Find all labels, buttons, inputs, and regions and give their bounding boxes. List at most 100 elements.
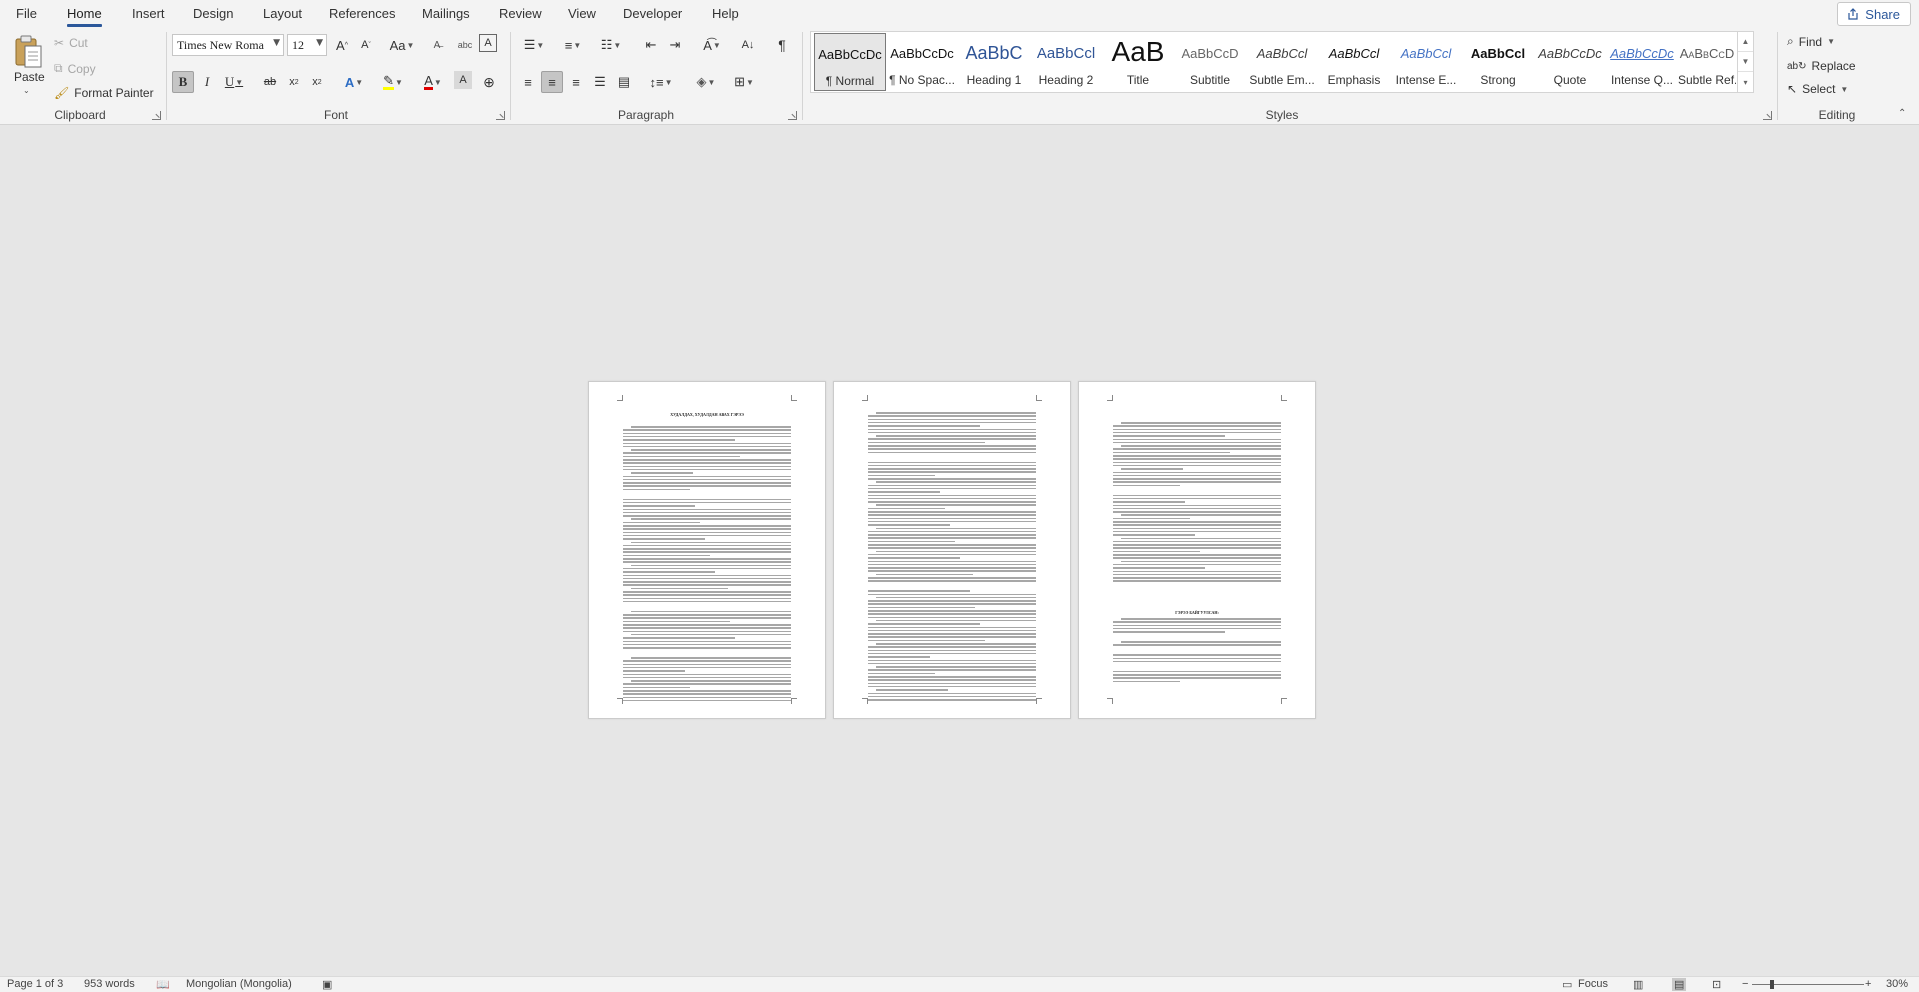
character-border-icon[interactable]: A	[479, 34, 497, 52]
bullets-icon[interactable]: ☰ ▼	[517, 34, 551, 56]
read-mode-icon[interactable]: ▥	[1633, 978, 1643, 991]
zoom-out-icon[interactable]: −	[1742, 978, 1748, 990]
styles-launcher-icon[interactable]	[1763, 111, 1772, 120]
replace-icon: ab↻	[1787, 60, 1807, 72]
font-launcher-icon[interactable]	[496, 111, 505, 120]
print-layout-icon[interactable]: ▤	[1672, 978, 1687, 991]
cut-button[interactable]: ✂ Cut	[54, 36, 88, 50]
focus-mode-label[interactable]: Focus	[1578, 978, 1608, 990]
asian-layout-icon[interactable]: A͡ ▼	[695, 34, 729, 56]
document-canvas[interactable]: ХУДАЛДАХ, ХУДАЛДАН АВАХ ГЭРЭЭ ГЭРЭЭ БАЙГ…	[0, 126, 1919, 976]
document-page-1[interactable]: ХУДАЛДАХ, ХУДАЛДАН АВАХ ГЭРЭЭ	[588, 381, 826, 719]
subscript-button[interactable]: x2	[283, 71, 305, 93]
superscript-button[interactable]: x2	[306, 71, 328, 93]
text-effects-icon[interactable]: A ▼	[339, 71, 369, 93]
scroll-up-icon[interactable]: ▲	[1738, 32, 1753, 52]
focus-mode-icon[interactable]: ▭	[1562, 978, 1572, 991]
align-left-icon[interactable]: ≡	[517, 71, 539, 93]
macro-recording-icon[interactable]: ▣	[322, 978, 332, 991]
format-painter-button[interactable]: 🖌 Format Painter	[54, 86, 154, 100]
document-page-2[interactable]	[833, 381, 1071, 719]
tab-file[interactable]: File	[16, 6, 37, 21]
clipboard-group-label: Clipboard	[54, 108, 106, 122]
line-spacing-icon[interactable]: ↕≡ ▼	[645, 71, 677, 93]
justify-icon[interactable]: ☰	[589, 71, 611, 93]
align-center-icon[interactable]: ≡	[541, 71, 563, 93]
copy-button[interactable]: ⧉ Copy	[54, 61, 96, 76]
style-normal[interactable]: AaBbCcDc ¶ Normal	[814, 33, 886, 91]
style-name: Heading 1	[966, 73, 1022, 87]
paste-dropdown-icon[interactable]: ⌄	[23, 86, 30, 95]
style-quote[interactable]: AaBbCcDc Quote	[1534, 33, 1606, 91]
tab-help[interactable]: Help	[712, 6, 739, 21]
style-subtle-reference[interactable]: AaBbCcD Subtle Ref...	[1678, 33, 1736, 91]
tab-home[interactable]: Home	[67, 6, 102, 27]
scroll-down-icon[interactable]: ▼	[1738, 52, 1753, 72]
tab-mailings[interactable]: Mailings	[422, 6, 470, 21]
bold-button[interactable]: B	[172, 71, 194, 93]
font-color-icon[interactable]: A ▼	[417, 71, 449, 93]
shrink-font-icon[interactable]: Aˇ	[355, 34, 377, 56]
proofing-book-icon[interactable]: 📖	[156, 978, 170, 991]
style-subtle-emphasis[interactable]: AaBbCcl Subtle Em...	[1246, 33, 1318, 91]
font-size-field[interactable]: 12 ▼	[287, 34, 327, 56]
tab-layout[interactable]: Layout	[263, 6, 302, 21]
clear-formatting-icon[interactable]: A̶	[426, 34, 448, 56]
style-intense-quote[interactable]: AaBbCcDc Intense Q...	[1606, 33, 1678, 91]
tab-references[interactable]: References	[329, 6, 395, 21]
character-shading-icon[interactable]: A	[454, 71, 472, 89]
italic-button[interactable]: I	[196, 71, 218, 93]
tab-design[interactable]: Design	[193, 6, 233, 21]
style-no-spacing[interactable]: AaBbCcDc ¶ No Spac...	[886, 33, 958, 91]
styles-scrollbar[interactable]: ▲ ▼ ▾	[1737, 32, 1753, 92]
language-indicator[interactable]: Mongolian (Mongolia)	[186, 978, 292, 990]
zoom-level[interactable]: 30%	[1886, 978, 1908, 990]
distributed-icon[interactable]: ▤	[613, 71, 635, 93]
tab-view[interactable]: View	[568, 6, 596, 21]
font-name-field[interactable]: Times New Roma ▼	[172, 34, 284, 56]
collapse-ribbon-icon[interactable]: ⌃	[1898, 108, 1906, 119]
style-strong[interactable]: AaBbCcl Strong	[1462, 33, 1534, 91]
text-line	[623, 478, 791, 481]
select-button[interactable]: ↖ Select ▼	[1787, 82, 1848, 96]
underline-button[interactable]: U ▼	[219, 71, 249, 93]
zoom-slider-thumb[interactable]	[1770, 980, 1774, 989]
clipboard-launcher-icon[interactable]	[152, 111, 161, 120]
tab-insert[interactable]: Insert	[132, 6, 165, 21]
numbering-icon[interactable]: ≡ ▼	[556, 34, 590, 56]
style-title[interactable]: AaB Title	[1102, 33, 1174, 91]
replace-button[interactable]: ab↻ Replace	[1787, 59, 1856, 73]
web-layout-icon[interactable]: ⊡	[1712, 978, 1721, 991]
tab-developer[interactable]: Developer	[623, 6, 682, 21]
word-count[interactable]: 953 words	[84, 978, 135, 990]
style-heading-1[interactable]: AaBbC Heading 1	[958, 33, 1030, 91]
multilevel-list-icon[interactable]: ☷ ▼	[594, 34, 628, 56]
style-intense-emphasis[interactable]: AaBbCcl Intense E...	[1390, 33, 1462, 91]
paragraph-launcher-icon[interactable]	[788, 111, 797, 120]
grow-font-icon[interactable]: A ^	[331, 34, 353, 56]
zoom-in-icon[interactable]: +	[1865, 978, 1871, 990]
change-case-icon[interactable]: Aa ▼	[387, 34, 417, 56]
text-effects-abc-icon[interactable]: abc	[454, 34, 476, 56]
show-formatting-marks-icon[interactable]: ¶	[771, 34, 793, 56]
style-emphasis[interactable]: AaBbCcl Emphasis	[1318, 33, 1390, 91]
page-count[interactable]: Page 1 of 3	[7, 978, 63, 990]
highlight-color-icon[interactable]: ✎ ▼	[377, 71, 409, 93]
shading-bucket-icon[interactable]: ◈ ▼	[690, 71, 722, 93]
share-button[interactable]: Share	[1837, 2, 1911, 26]
find-button[interactable]: ⌕ Find ▼	[1787, 34, 1835, 49]
enclose-characters-icon[interactable]: ⊕	[478, 71, 500, 93]
style-heading-2[interactable]: AaBbCcl Heading 2	[1030, 33, 1102, 91]
strikethrough-button[interactable]: ab	[259, 71, 281, 93]
sort-icon[interactable]: A↓	[737, 34, 759, 56]
text-line	[623, 455, 740, 458]
decrease-indent-icon[interactable]: ⇤	[640, 34, 662, 56]
increase-indent-icon[interactable]: ⇥	[664, 34, 686, 56]
borders-icon[interactable]: ⊞ ▼	[728, 71, 760, 93]
more-styles-icon[interactable]: ▾	[1738, 72, 1753, 92]
zoom-slider[interactable]	[1752, 984, 1864, 985]
document-page-3[interactable]: ГЭРЭЭ БАЙГУУЛСАН:	[1078, 381, 1316, 719]
tab-review[interactable]: Review	[499, 6, 542, 21]
align-right-icon[interactable]: ≡	[565, 71, 587, 93]
style-subtitle[interactable]: AaBbCcD Subtitle	[1174, 33, 1246, 91]
